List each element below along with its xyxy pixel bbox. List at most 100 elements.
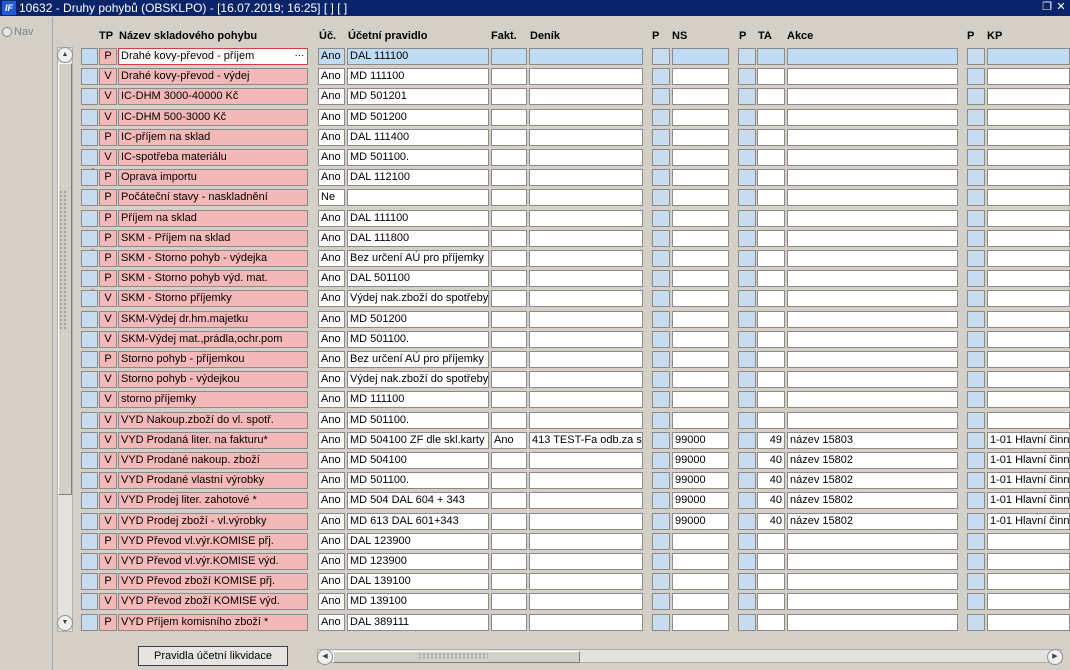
table-row[interactable]: V VYD Prodané vlastní výrobky Ano MD 501100… (0, 471, 1070, 491)
akce-cell[interactable]: název 15803 (787, 431, 958, 449)
tp-cell[interactable]: V (99, 411, 117, 429)
pravidlo-cell[interactable]: MD 111100 (347, 391, 489, 409)
denik-cell[interactable] (529, 290, 643, 308)
denik-cell[interactable] (529, 128, 643, 146)
tp-cell[interactable]: P (99, 48, 117, 65)
row-selector[interactable] (81, 108, 98, 126)
kp-cell[interactable]: 1-01 Hlavní činnost (987, 472, 1070, 490)
pravidlo-cell[interactable]: MD 501100. (347, 411, 489, 429)
akce-cell[interactable] (787, 149, 958, 166)
pravidlo-cell[interactable] (347, 189, 489, 207)
kp-cell[interactable] (987, 250, 1070, 267)
denik-cell[interactable] (529, 229, 643, 247)
nav-radio[interactable]: Nav (2, 26, 34, 38)
ta-cell[interactable] (757, 149, 785, 166)
name-cell[interactable]: IC-DHM 500-3000 Kč (118, 108, 308, 126)
p1-cell[interactable] (652, 593, 670, 611)
uc-cell[interactable]: Ano (318, 553, 345, 570)
row-selector[interactable] (81, 431, 98, 449)
p3-cell[interactable] (967, 492, 985, 510)
akce-cell[interactable] (787, 553, 958, 570)
name-cell[interactable]: Drahé kovy-převod - příjem ··· (118, 48, 308, 65)
uc-cell[interactable]: Ano (318, 149, 345, 166)
ns-cell[interactable] (672, 270, 729, 288)
ns-cell[interactable] (672, 411, 729, 429)
name-cell[interactable]: VYD Prodaná liter. na fakturu* (118, 431, 308, 449)
kp-cell[interactable] (987, 391, 1070, 409)
table-row[interactable]: P IC-příjem na sklad Ano DAL 111400 (0, 128, 1070, 148)
table-row[interactable]: V VYD Převod vl.výr.KOMISE výd. Ano MD 1239… (0, 552, 1070, 572)
p1-cell[interactable] (652, 68, 670, 86)
p3-cell[interactable] (967, 48, 985, 65)
tp-cell[interactable]: V (99, 88, 117, 106)
tp-cell[interactable]: P (99, 128, 117, 146)
p3-cell[interactable] (967, 189, 985, 207)
kp-cell[interactable] (987, 411, 1070, 429)
akce-cell[interactable] (787, 310, 958, 328)
tp-cell[interactable]: P (99, 573, 117, 591)
pravidla-likvidace-button[interactable]: Pravidla účetní likvidace (138, 646, 288, 666)
pravidlo-cell[interactable]: MD 501200 (347, 310, 489, 328)
tp-cell[interactable]: V (99, 149, 117, 166)
denik-cell[interactable] (529, 189, 643, 207)
p3-cell[interactable] (967, 371, 985, 389)
kp-cell[interactable] (987, 371, 1070, 389)
p3-cell[interactable] (967, 472, 985, 490)
ns-cell[interactable] (672, 330, 729, 348)
fakt-cell[interactable] (491, 593, 527, 611)
pravidlo-cell[interactable]: MD 501200 (347, 108, 489, 126)
ns-cell[interactable] (672, 573, 729, 591)
uc-cell[interactable]: Ano (318, 613, 345, 631)
p3-cell[interactable] (967, 431, 985, 449)
ns-cell[interactable] (672, 128, 729, 146)
tp-cell[interactable]: V (99, 391, 117, 409)
ta-cell[interactable] (757, 229, 785, 247)
ns-cell[interactable] (672, 391, 729, 409)
p3-cell[interactable] (967, 229, 985, 247)
p2-cell[interactable] (738, 270, 756, 288)
fakt-cell[interactable] (491, 128, 527, 146)
kp-cell[interactable] (987, 209, 1070, 227)
akce-cell[interactable] (787, 209, 958, 227)
p2-cell[interactable] (738, 553, 756, 570)
fakt-cell[interactable] (491, 613, 527, 631)
fakt-cell[interactable] (491, 452, 527, 469)
ns-cell[interactable]: 99000 (672, 492, 729, 510)
table-row[interactable]: P Počáteční stavy - naskladnění Ne (0, 188, 1070, 208)
p1-cell[interactable] (652, 290, 670, 308)
tp-cell[interactable]: P (99, 189, 117, 207)
tp-cell[interactable]: V (99, 310, 117, 328)
denik-cell[interactable] (529, 532, 643, 550)
row-selector[interactable] (81, 593, 98, 611)
uc-cell[interactable]: Ano (318, 270, 345, 288)
kp-cell[interactable] (987, 613, 1070, 631)
fakt-cell[interactable] (491, 330, 527, 348)
name-cell[interactable]: VYD Převod zboží KOMISE přj. (118, 573, 308, 591)
kp-cell[interactable] (987, 310, 1070, 328)
table-row[interactable]: P VYD Převod vl.výr.KOMISE přj. Ano DAL 123… (0, 532, 1070, 552)
akce-cell[interactable]: název 15802 (787, 492, 958, 510)
pravidlo-cell[interactable]: MD 504 DAL 604 + 343 (347, 492, 489, 510)
p1-cell[interactable] (652, 472, 670, 490)
akce-cell[interactable] (787, 229, 958, 247)
p1-cell[interactable] (652, 189, 670, 207)
p1-cell[interactable] (652, 149, 670, 166)
table-row[interactable]: V IC-spotřeba materiálu Ano MD 501100. (0, 148, 1070, 168)
akce-cell[interactable] (787, 371, 958, 389)
horizontal-scrollbar[interactable]: ◀ ▶ (317, 649, 1063, 665)
pravidlo-cell[interactable]: MD 123900 (347, 553, 489, 570)
denik-cell[interactable] (529, 593, 643, 611)
row-selector[interactable] (81, 88, 98, 106)
row-selector[interactable] (81, 492, 98, 510)
p1-cell[interactable] (652, 573, 670, 591)
name-cell[interactable]: SKM-Výdej mat.,prádla,ochr.pom (118, 330, 308, 348)
fakt-cell[interactable] (491, 351, 527, 368)
fakt-cell[interactable] (491, 512, 527, 530)
denik-cell[interactable] (529, 351, 643, 368)
p3-cell[interactable] (967, 593, 985, 611)
table-row[interactable]: P VYD Příjem komisního zboží * Ano DAL 3891… (0, 613, 1070, 633)
ta-cell[interactable] (757, 108, 785, 126)
p2-cell[interactable] (738, 48, 756, 65)
tp-cell[interactable]: V (99, 68, 117, 86)
p3-cell[interactable] (967, 88, 985, 106)
